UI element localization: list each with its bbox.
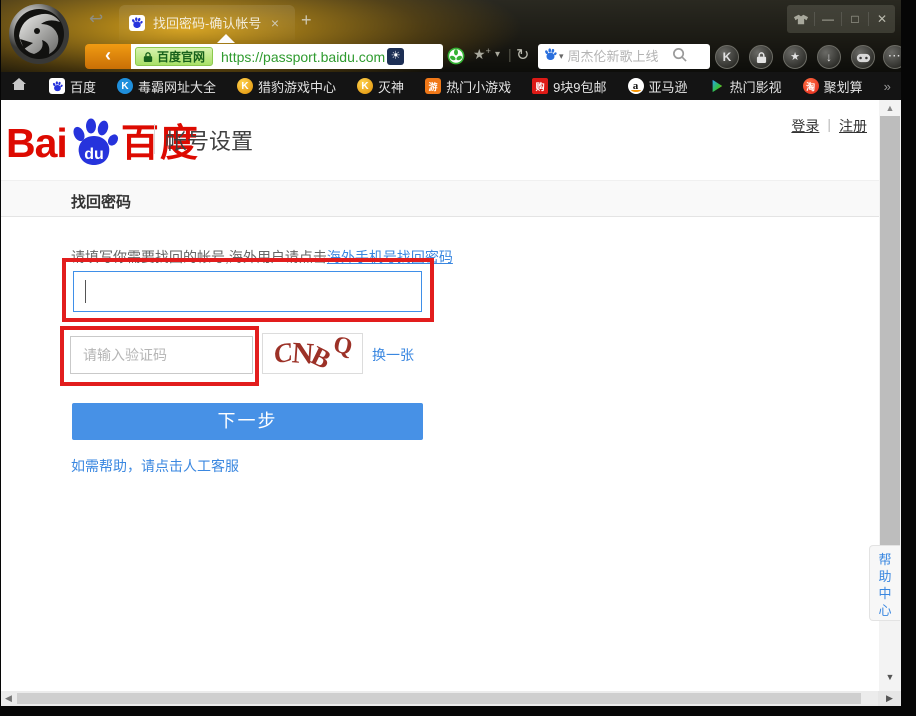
window-controls: — □ ✕: [787, 5, 895, 33]
captcha-input-wrap: [70, 336, 253, 374]
register-link[interactable]: 注册: [839, 116, 867, 136]
search-engine-dropdown-icon[interactable]: ▾: [559, 51, 564, 62]
site-badge-label: 百度官网: [157, 48, 205, 65]
gamepad-icon: [856, 53, 871, 63]
customer-service-link[interactable]: 如需帮助，请点击人工客服: [71, 456, 239, 476]
bookmark-item-minigames[interactable]: 游 热门小游戏: [425, 77, 511, 96]
help-center-tab[interactable]: 帮 助 中 心: [869, 545, 900, 621]
minigames-icon: 游: [425, 78, 441, 94]
titlebar-back-icon[interactable]: ↩: [89, 9, 103, 29]
browser-tab[interactable]: 找回密码-确认帐号 ×: [119, 5, 295, 40]
bookmark-item-video[interactable]: 热门影视: [709, 77, 782, 96]
duba-k-icon: K: [117, 78, 133, 94]
url-text[interactable]: https://passport.baidu.com: [221, 49, 385, 65]
scroll-right-icon[interactable]: ▶: [886, 693, 893, 704]
bookmark-item-juhuasuan[interactable]: 淘 聚划算: [803, 77, 863, 96]
add-bookmark-star-icon[interactable]: ★+: [473, 46, 491, 63]
titlebar: ↩ 找回密码-确认帐号 × + — □ ✕: [1, 0, 901, 72]
scroll-up-icon[interactable]: ▲: [879, 103, 901, 113]
search-engine-baidu-icon[interactable]: [544, 48, 557, 66]
brand-divider: [154, 124, 155, 154]
next-step-button[interactable]: 下一步: [72, 403, 423, 440]
tab-title: 找回密码-确认帐号: [153, 13, 265, 32]
login-link[interactable]: 登录: [791, 116, 819, 136]
window-frame-right: [901, 0, 916, 716]
captcha-refresh-link[interactable]: 换一张: [372, 345, 414, 365]
scroll-down-icon[interactable]: ▼: [879, 672, 901, 682]
speed-boost-icon[interactable]: [447, 47, 465, 70]
amazon-icon: a: [628, 78, 644, 94]
bookmark-item-mieshen[interactable]: K 灭神: [357, 77, 404, 96]
favorites-button[interactable]: ★: [783, 45, 807, 69]
gold-k-icon: K: [357, 78, 373, 94]
downloads-button[interactable]: ↓: [817, 45, 841, 69]
privacy-lock-button[interactable]: [749, 45, 773, 69]
baidu-logo-bai: Bai: [6, 118, 67, 168]
baidu-favicon-icon: [129, 15, 145, 31]
duba-security-button[interactable]: K: [715, 45, 739, 69]
vertical-scroll-thumb[interactable]: [880, 116, 900, 546]
bookmark-item-game-center[interactable]: K 猎豹游戏中心: [237, 77, 336, 96]
cheetah-browser-logo-icon[interactable]: [7, 2, 71, 66]
bookmark-item-duba[interactable]: K 毒霸网址大全: [117, 77, 216, 96]
tab-close-icon[interactable]: ×: [267, 15, 283, 31]
games-button[interactable]: [851, 45, 875, 69]
search-input[interactable]: [568, 49, 672, 64]
account-input[interactable]: [73, 271, 422, 312]
baidu-paw-logo-icon: du: [69, 116, 119, 168]
home-icon[interactable]: [11, 77, 27, 96]
bookmark-dropdown-icon[interactable]: ▾: [495, 49, 500, 60]
shopping-gou-icon: 购: [532, 78, 548, 94]
horizontal-scroll-thumb[interactable]: [17, 693, 861, 704]
back-button[interactable]: ‹: [85, 44, 131, 69]
address-bar[interactable]: 百度官网 https://passport.baidu.com ☀: [131, 44, 443, 69]
bookmarks-overflow-chevron[interactable]: »: [884, 79, 891, 94]
page-title: 帐号设置: [165, 124, 253, 156]
top-nav: 登录 | 注册: [791, 116, 867, 136]
bookmark-item-baidu[interactable]: 百度: [49, 77, 96, 96]
bookmarks-bar: 百度 K 毒霸网址大全 K 猎豹游戏中心 K 灭神 游 热门小游戏 购 9块9包…: [1, 72, 901, 100]
captcha-image[interactable]: CNBQ: [262, 333, 363, 374]
night-mode-icon[interactable]: ☀: [387, 48, 404, 65]
new-tab-button[interactable]: +: [301, 10, 312, 31]
section-heading: 找回密码: [71, 191, 131, 212]
bookmark-item-9kuai9[interactable]: 购 9块9包邮: [532, 77, 606, 96]
skin-button[interactable]: [787, 12, 814, 26]
svg-text:du: du: [84, 146, 104, 163]
account-input-wrap: [73, 271, 422, 312]
scroll-left-icon[interactable]: ◀: [5, 693, 12, 704]
active-tab-pointer: [217, 34, 235, 43]
window-frame-bottom: [0, 706, 916, 716]
captcha-input[interactable]: [70, 336, 253, 374]
search-magnifier-icon[interactable]: [672, 47, 687, 67]
reload-icon[interactable]: ↻: [516, 45, 529, 65]
page-content: Bai du 百度 帐号设置 登录 | 注册: [1, 100, 901, 691]
video-play-icon: [709, 78, 725, 94]
browser-window: ↩ 找回密码-确认帐号 × + — □ ✕: [0, 0, 916, 716]
horizontal-scrollbar[interactable]: ◀ ▶: [1, 691, 901, 706]
gold-k-icon: K: [237, 78, 253, 94]
lock-icon: [756, 51, 767, 64]
section-strip: 找回密码: [1, 180, 879, 217]
site-verified-badge[interactable]: 百度官网: [135, 47, 213, 66]
toolbar-separator: |: [508, 46, 512, 62]
taobao-icon: 淘: [803, 78, 819, 94]
search-box[interactable]: ▾: [538, 44, 710, 69]
minimize-button[interactable]: —: [814, 12, 841, 26]
lock-icon: [143, 51, 153, 63]
bookmark-item-amazon[interactable]: a 亚马逊: [628, 77, 688, 96]
baidu-paw-icon: [49, 78, 65, 94]
maximize-button[interactable]: □: [841, 12, 868, 26]
text-caret: [85, 280, 86, 303]
close-button[interactable]: ✕: [868, 12, 895, 26]
